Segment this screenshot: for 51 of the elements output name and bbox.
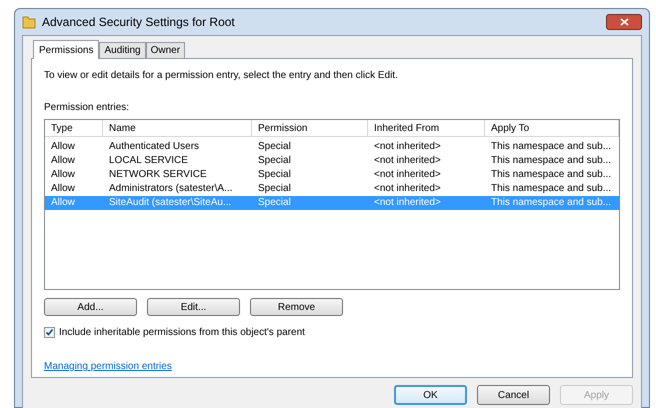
table-cell-text: Allow [50, 182, 76, 196]
column-header[interactable]: Permission [252, 120, 368, 136]
close-icon [620, 18, 628, 26]
dialog-button[interactable]: Cancel [477, 385, 550, 405]
table-cell-text: <not inherited> [373, 182, 442, 196]
table-cell-text: Administrators (satester\A... [108, 182, 234, 196]
table-cell-text: This namespace and sub... [490, 196, 612, 210]
tab[interactable]: Permissions [33, 40, 100, 59]
table-cell-text: Special [257, 196, 292, 210]
column-header[interactable]: Name [103, 120, 252, 136]
table-cell-text: Special [257, 168, 292, 182]
table-cell-text: This namespace and sub... [490, 154, 612, 168]
table-cell-text: LOCAL SERVICE [108, 154, 189, 168]
table-cell-text: Special [257, 182, 292, 196]
table-cell-text: <not inherited> [373, 168, 442, 182]
table-cell-text: Special [257, 140, 292, 154]
table-cell-text: Authenticated Users [108, 140, 200, 154]
table-cell-text: SiteAudit (satester\SiteAu... [108, 196, 232, 210]
table-cell-text: <not inherited> [373, 196, 442, 210]
table-cell-text: Allow [50, 154, 76, 168]
column-header[interactable]: Apply To [485, 120, 619, 136]
table-row[interactable]: Allow LOCAL SERVICE Special <not inherited> This namespace and sub... [45, 154, 619, 168]
table-row[interactable]: Allow NETWORK SERVICE Special <not inherited> This namespace and sub... [45, 168, 619, 182]
window-title: Advanced Security Settings for Root [42, 14, 235, 31]
table-row[interactable]: Allow Administrators (satester\A... Special <not inherited> This namespace and sub... [45, 182, 619, 196]
tab[interactable]: Auditing [99, 42, 146, 58]
table-cell-text: This namespace and sub... [490, 140, 612, 154]
action-button[interactable]: Edit... [147, 298, 240, 316]
help-link[interactable]: Managing permission entries [44, 359, 172, 374]
entries-label: Permission entries: [44, 101, 130, 115]
column-header[interactable]: Inherited From [368, 120, 485, 136]
column-header[interactable]: Type [45, 120, 103, 136]
close-button[interactable] [606, 14, 642, 30]
folder-icon [22, 15, 36, 29]
tab[interactable]: Owner [146, 42, 186, 58]
table-cell-text: Allow [50, 196, 76, 210]
checkbox[interactable] [44, 327, 55, 338]
checkbox-label: Include inheritable permissions from this object's parent [59, 326, 305, 340]
action-button[interactable]: Remove [250, 298, 343, 316]
table-cell-text: This namespace and sub... [490, 182, 612, 196]
instructions-text: To view or edit details for a permission entry, select the entry and then click Edit. [44, 69, 399, 83]
table-cell-text: Allow [50, 140, 76, 154]
table-cell-text: <not inherited> [373, 140, 442, 154]
table-cell-text: <not inherited> [373, 154, 442, 168]
table-cell-text: Allow [50, 168, 76, 182]
dialog-button[interactable]: OK [394, 385, 467, 405]
table-cell-text: Special [257, 154, 292, 168]
table-cell-text: NETWORK SERVICE [108, 168, 208, 182]
table-row[interactable]: Allow Authenticated Users Special <not inherited> This namespace and sub... [45, 140, 619, 154]
table-cell-text: This namespace and sub... [490, 168, 612, 182]
action-button[interactable]: Add... [44, 298, 137, 316]
